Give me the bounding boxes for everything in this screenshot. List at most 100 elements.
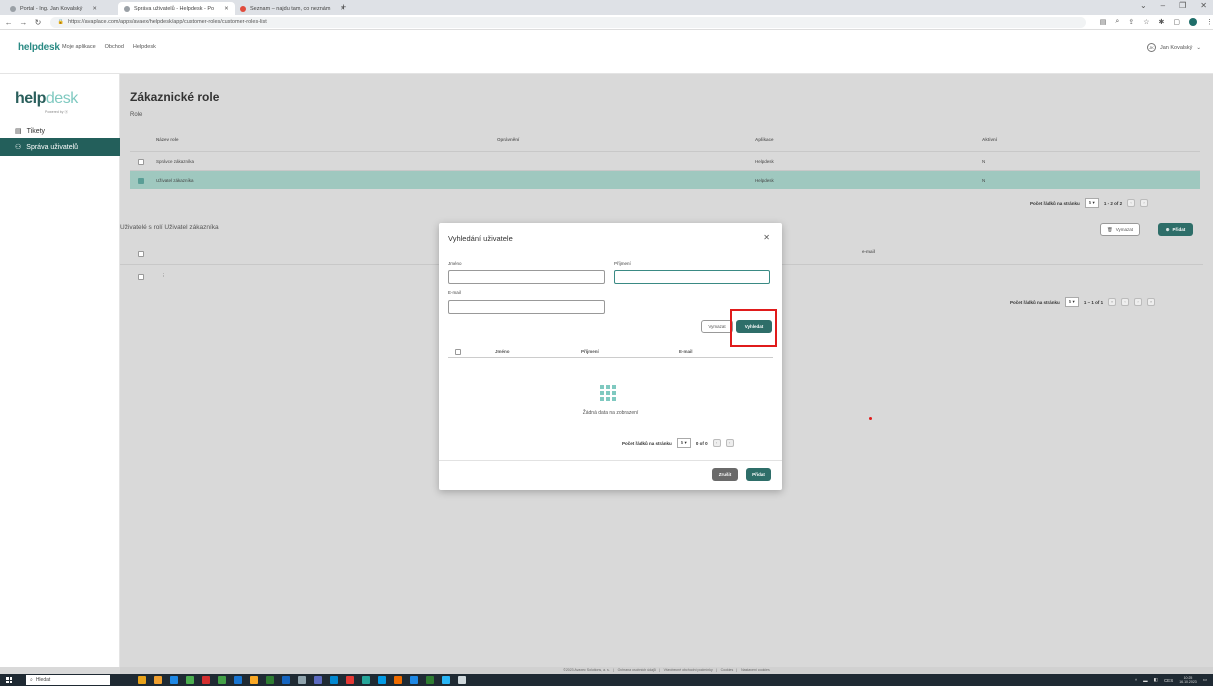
taskbar-search[interactable]: ⌕ Hledat bbox=[26, 675, 110, 685]
avatar: JK bbox=[1146, 43, 1156, 52]
network-icon[interactable]: ▬ bbox=[1143, 678, 1148, 683]
language-indicator[interactable]: CES bbox=[1164, 678, 1173, 683]
browser-tab[interactable]: Seznam – najdu tam, co neznám ✕ bbox=[234, 2, 351, 15]
lock-icon: 🔒 bbox=[57, 19, 65, 25]
row-checkbox-checked[interactable] bbox=[138, 178, 144, 184]
nav-helpdesk[interactable]: Helpdesk bbox=[133, 44, 156, 50]
app-icon[interactable] bbox=[330, 676, 338, 684]
url-input[interactable]: 🔒 https://avaplace.com/apps/avaex/helpde… bbox=[49, 16, 1086, 28]
trash-icon: 🗑 bbox=[1106, 226, 1113, 232]
add-button[interactable]: ⊕ Přidat bbox=[1158, 223, 1193, 236]
profile-icon[interactable] bbox=[1188, 18, 1197, 26]
last-name-label: Příjmení bbox=[614, 261, 631, 266]
window-controls: ⌄ – ❐ ✕ bbox=[1140, 1, 1207, 10]
prev-page-icon[interactable]: ‹ bbox=[712, 439, 721, 447]
windows-start-icon[interactable] bbox=[6, 677, 12, 683]
app-icon[interactable] bbox=[282, 676, 290, 684]
nav-my-apps[interactable]: Moje aplikace bbox=[62, 44, 96, 50]
app-header: helpdesk Moje aplikace Obchod Helpdesk J… bbox=[0, 30, 1213, 74]
app-icon[interactable] bbox=[170, 676, 178, 684]
excel-icon[interactable] bbox=[426, 676, 434, 684]
row-checkbox[interactable] bbox=[138, 159, 144, 165]
remove-button[interactable]: 🗑 Vymazat bbox=[1100, 223, 1140, 236]
office-icon[interactable] bbox=[202, 676, 210, 684]
row-checkbox[interactable] bbox=[138, 274, 144, 280]
sidebar-item-user-management[interactable]: ⚇ Správa uživatelů bbox=[0, 138, 120, 156]
reload-icon[interactable]: ↻ bbox=[32, 18, 44, 27]
rows-per-page-select[interactable]: 5 ▾ bbox=[1084, 198, 1099, 208]
search-user-dialog: Vyhledání uživatele ✕ Jméno Příjmení E-m… bbox=[439, 223, 782, 490]
browser-tab-active[interactable]: Správa uživatelů - Helpdesk - Po ✕ bbox=[118, 2, 235, 15]
speaker-icon[interactable]: ◧ bbox=[1154, 677, 1158, 683]
app-icon[interactable] bbox=[266, 676, 274, 684]
first-page-icon[interactable]: « bbox=[1108, 298, 1117, 306]
close-icon[interactable]: ✕ bbox=[763, 233, 770, 242]
clock[interactable]: 10:25 16.10.2023 bbox=[1179, 676, 1197, 684]
first-name-input[interactable] bbox=[448, 270, 605, 284]
sidepanel-icon[interactable]: ▢ bbox=[1173, 18, 1180, 26]
next-page-icon[interactable]: › bbox=[725, 439, 734, 447]
share-icon[interactable]: ⇪ bbox=[1128, 18, 1134, 26]
globe-icon bbox=[10, 5, 16, 12]
app-icon[interactable] bbox=[458, 676, 466, 684]
roles-table-header: Název role Oprávnění Aplikace Aktivní bbox=[156, 137, 998, 142]
outlook-icon[interactable] bbox=[410, 676, 418, 684]
ticket-icon: ▤ bbox=[15, 128, 22, 135]
new-tab-icon[interactable]: + bbox=[341, 2, 346, 12]
next-page-icon[interactable]: › bbox=[1134, 298, 1143, 306]
extensions-icon[interactable]: ✱ bbox=[1158, 18, 1164, 26]
users-section-title: Uživatelé s rolí Uživatel zákazníka bbox=[120, 224, 219, 231]
taskbar-apps bbox=[138, 676, 466, 684]
rows-per-page-select[interactable]: 5 ▾ bbox=[1064, 297, 1079, 307]
maximize-icon[interactable]: ❐ bbox=[1179, 1, 1186, 10]
rows-per-page-select[interactable]: 5 ▾ bbox=[676, 438, 691, 448]
app-icon[interactable] bbox=[186, 676, 194, 684]
row-marker: ⋮ bbox=[161, 273, 166, 278]
zoom-icon[interactable]: ⌕ bbox=[1115, 18, 1119, 26]
empty-state-text: Žádná data na zobrazení bbox=[582, 410, 639, 416]
prev-page-icon[interactable]: ‹ bbox=[1121, 298, 1130, 306]
address-bar: ← → ↻ 🔒 https://avaplace.com/apps/avaex/… bbox=[0, 15, 1213, 30]
browser-tab[interactable]: Portal - Ing. Jan Kovalský ✕ bbox=[4, 2, 103, 15]
close-tab-icon[interactable]: ✕ bbox=[224, 6, 229, 12]
email-label: E-mail bbox=[448, 290, 461, 295]
back-icon[interactable]: ← bbox=[3, 18, 15, 27]
last-name-input[interactable] bbox=[614, 270, 770, 284]
app-icon[interactable] bbox=[234, 676, 242, 684]
dialog-add-button[interactable]: Přidat bbox=[746, 468, 771, 481]
notification-icon[interactable]: ▭ bbox=[1203, 677, 1207, 683]
clear-button[interactable]: Vymazat bbox=[701, 320, 733, 333]
chevron-up-icon[interactable]: ^ bbox=[1135, 678, 1137, 683]
forward-icon[interactable]: → bbox=[18, 18, 30, 27]
app-icon[interactable] bbox=[362, 676, 370, 684]
cancel-button[interactable]: Zrušit bbox=[712, 468, 738, 481]
table-row[interactable]: Správce zákazníka Helpdesk N bbox=[130, 151, 1200, 170]
app-icon[interactable] bbox=[218, 676, 226, 684]
chrome-icon[interactable] bbox=[250, 676, 258, 684]
teams-icon[interactable] bbox=[314, 676, 322, 684]
close-icon[interactable]: ✕ bbox=[1200, 1, 1207, 10]
star-icon[interactable]: ☆ bbox=[1143, 18, 1149, 26]
nav-shop[interactable]: Obchod bbox=[105, 44, 124, 50]
email-input[interactable] bbox=[448, 300, 605, 314]
explorer-icon[interactable] bbox=[138, 676, 146, 684]
minimize-icon[interactable]: – bbox=[1161, 1, 1165, 10]
header-logo[interactable]: helpdesk bbox=[18, 42, 60, 53]
close-tab-icon[interactable]: ✕ bbox=[92, 6, 97, 12]
table-row-selected[interactable]: Uživatel zákazníka Helpdesk N bbox=[130, 170, 1200, 189]
page-title: Zákaznické role bbox=[130, 90, 220, 104]
last-page-icon[interactable]: » bbox=[1147, 298, 1156, 306]
folder-icon[interactable] bbox=[154, 676, 162, 684]
app-icon[interactable] bbox=[394, 676, 402, 684]
chevron-down-icon[interactable]: ⌄ bbox=[1140, 1, 1147, 10]
pdf-icon[interactable] bbox=[346, 676, 354, 684]
app-icon[interactable] bbox=[378, 676, 386, 684]
prev-page-icon[interactable]: ‹ bbox=[1127, 199, 1136, 207]
menu-icon[interactable]: ⋮ bbox=[1206, 18, 1213, 26]
user-menu[interactable]: JK Jan Kovalský ⌄ bbox=[1146, 43, 1201, 52]
app-icon[interactable] bbox=[298, 676, 306, 684]
app-icon[interactable] bbox=[442, 676, 450, 684]
globe-icon bbox=[124, 5, 130, 12]
reader-icon[interactable]: ▤ bbox=[1100, 18, 1107, 26]
next-page-icon[interactable]: › bbox=[1140, 199, 1149, 207]
